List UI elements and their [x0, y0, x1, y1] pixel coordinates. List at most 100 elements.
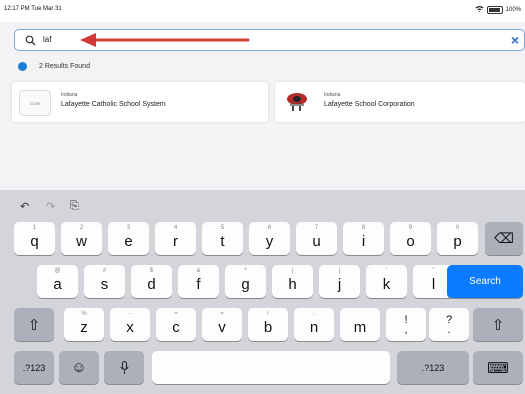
keyboard-toolbar: ↶ ↷ ⎘ — [0, 190, 525, 220]
result-card[interactable]: LCSS Indiana Lafayette Catholic School S… — [12, 82, 268, 122]
key-hint: : — [359, 311, 361, 317]
key-question[interactable]: ? . — [429, 308, 469, 341]
key-hint: % — [81, 311, 87, 317]
key-hint: 9 — [408, 225, 413, 231]
key-label: z — [80, 319, 88, 336]
key-label: s — [100, 276, 109, 293]
key-x[interactable]: -x — [110, 308, 150, 341]
key-j[interactable]: ) j — [319, 265, 360, 298]
key-hint: + — [174, 311, 178, 317]
result-state: Indiana — [324, 92, 341, 98]
key-hint: * — [244, 268, 247, 274]
key-d[interactable]: $ d — [131, 265, 172, 298]
result-name: Lafayette School Corporation — [324, 101, 415, 108]
key-q[interactable]: 1q — [14, 222, 55, 255]
key-label: u — [312, 233, 321, 250]
key-hint: @ — [54, 268, 61, 274]
key-w[interactable]: 2w — [61, 222, 102, 255]
numbers-key-right[interactable]: .?123 — [397, 351, 469, 384]
key-y[interactable]: 6y — [249, 222, 290, 255]
mascot-logo-icon — [287, 93, 307, 111]
key-label: p — [453, 233, 462, 250]
key-hint: ’ — [385, 268, 388, 274]
hide-keyboard-key[interactable]: ⌨ — [473, 351, 523, 384]
paste-icon[interactable]: ⎘ — [70, 200, 79, 213]
results-dot-icon — [18, 61, 27, 71]
key-label: c — [172, 319, 180, 336]
key-label: r — [173, 233, 178, 250]
search-input[interactable]: laf — [43, 35, 51, 44]
undo-icon[interactable]: ↶ — [20, 200, 29, 213]
hide-keyboard-icon: ⌨ — [487, 359, 509, 377]
key-label: w — [76, 233, 87, 250]
key-label: v — [218, 319, 226, 336]
space-bar[interactable] — [152, 351, 390, 384]
key-hint: 7 — [314, 225, 319, 231]
key-m[interactable]: :m — [340, 308, 380, 341]
key-hint: / — [267, 311, 269, 317]
key-v[interactable]: = v — [202, 308, 242, 341]
shift-key-left[interactable]: ⇧ — [14, 308, 54, 341]
key-label: o — [406, 233, 415, 250]
key-s[interactable]: # s — [84, 265, 125, 298]
numbers-key-left[interactable]: .?123 — [14, 351, 54, 384]
key-o[interactable]: 9o — [390, 222, 431, 255]
key-hint: & — [196, 268, 201, 274]
key-p[interactable]: 0p — [437, 222, 478, 255]
search-key[interactable]: Search — [447, 265, 523, 298]
search-icon — [25, 35, 36, 46]
key-hint: ) — [338, 268, 341, 274]
key-k[interactable]: ’ k — [366, 265, 407, 298]
key-g[interactable]: * g — [225, 265, 266, 298]
key-label: g — [241, 276, 250, 293]
key-i[interactable]: 8i — [343, 222, 384, 255]
shift-icon: ⇧ — [27, 316, 41, 334]
key-hint: 4 — [173, 225, 178, 231]
key-hint: $ — [149, 268, 154, 274]
keyboard: ↶ ↷ ⎘ 1q2w3e4r5t6y7u8i9o0p ⌫ @ a # s $ d & f * g(… — [0, 190, 525, 394]
key-u[interactable]: 7u — [296, 222, 337, 255]
key-label: e — [124, 233, 133, 250]
key-r[interactable]: 4r — [155, 222, 196, 255]
emoji-key[interactable]: ☺ — [59, 351, 99, 384]
key-label: j — [337, 276, 342, 293]
key-e[interactable]: 3e — [108, 222, 149, 255]
key-exclamation[interactable]: ! , — [386, 308, 426, 341]
school-logo: LCSS — [19, 90, 51, 116]
key-c[interactable]: + c — [156, 308, 196, 341]
key-label: d — [147, 276, 156, 293]
redo-icon[interactable]: ↷ — [46, 200, 55, 213]
key-h[interactable]: (h — [272, 265, 313, 298]
key-b[interactable]: / b — [248, 308, 288, 341]
battery-percent: 100% — [505, 6, 521, 13]
key-t[interactable]: 5t — [202, 222, 243, 255]
result-card[interactable]: Indiana Lafayette School Corporation — [275, 82, 525, 122]
key-hint: ( — [291, 268, 294, 274]
emoji-icon: ☺ — [71, 359, 87, 376]
key-label: x — [126, 319, 134, 336]
key-hint: = — [220, 311, 224, 317]
key-n[interactable]: ; n — [294, 308, 334, 341]
shift-key-right[interactable]: ⇧ — [473, 308, 523, 341]
key-a[interactable]: @ a — [37, 265, 78, 298]
results-list: LCSS Indiana Lafayette Catholic School S… — [0, 82, 525, 124]
delete-key[interactable]: ⌫ — [485, 222, 523, 255]
result-state: Indiana — [61, 92, 78, 98]
key-label: l — [431, 276, 436, 293]
key-z[interactable]: % z — [64, 308, 104, 341]
key-label: h — [288, 276, 297, 293]
key-hint: 3 — [126, 225, 131, 231]
key-label: i — [361, 233, 366, 250]
key-f[interactable]: & f — [178, 265, 219, 298]
key-label: a — [53, 276, 62, 293]
status-right: 100% — [475, 5, 521, 14]
key-hint: - — [129, 311, 131, 317]
school-logo — [282, 90, 312, 114]
clear-search-icon[interactable]: × — [511, 32, 519, 48]
key-label: t — [220, 233, 225, 250]
dictation-key[interactable] — [104, 351, 144, 384]
key-hint: 2 — [79, 225, 84, 231]
results-count: 2 Results Found — [39, 62, 90, 70]
result-name: Lafayette Catholic School System — [61, 101, 166, 108]
key-hint: 5 — [220, 225, 225, 231]
